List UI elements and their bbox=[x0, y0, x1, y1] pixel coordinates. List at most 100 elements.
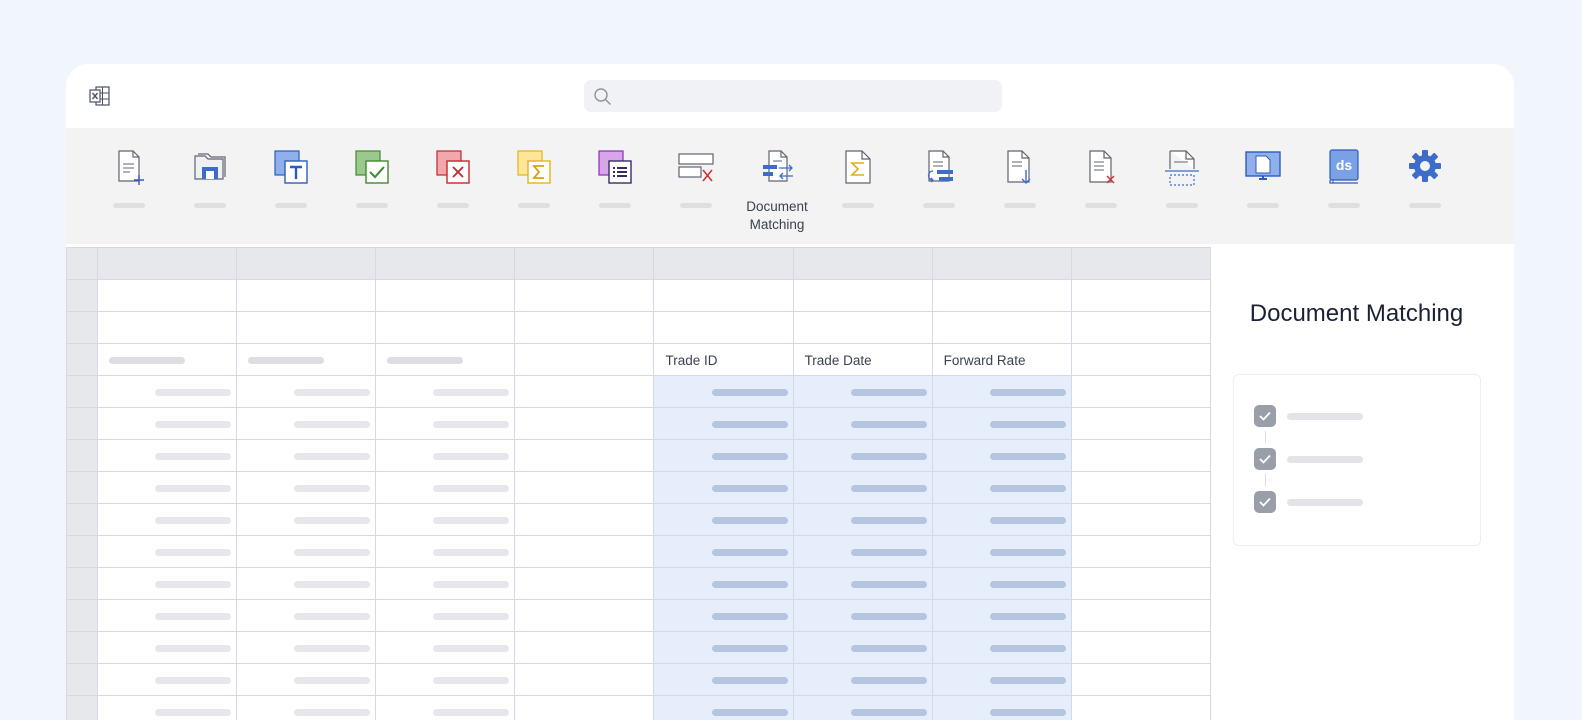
table-cell[interactable] bbox=[375, 407, 516, 440]
table-cell[interactable] bbox=[931, 567, 1072, 600]
table-cell[interactable] bbox=[97, 695, 238, 720]
table-cell[interactable] bbox=[375, 375, 516, 408]
table-cell[interactable] bbox=[792, 535, 933, 568]
table-cell[interactable] bbox=[514, 439, 655, 472]
table-cell[interactable] bbox=[792, 311, 933, 344]
table-cell[interactable] bbox=[931, 375, 1072, 408]
table-cell[interactable] bbox=[653, 503, 794, 536]
column-header-cell[interactable] bbox=[97, 247, 238, 280]
delete-document-button[interactable] bbox=[1066, 148, 1136, 238]
row-header[interactable] bbox=[66, 503, 99, 536]
checkbox-checked[interactable] bbox=[1254, 405, 1276, 427]
table-cell[interactable] bbox=[514, 663, 655, 696]
sum-button[interactable] bbox=[499, 148, 569, 238]
table-cell[interactable] bbox=[931, 407, 1072, 440]
table-cell[interactable] bbox=[1070, 439, 1212, 472]
monitor-document-button[interactable] bbox=[1228, 148, 1298, 238]
table-cell[interactable] bbox=[236, 599, 377, 632]
row-header[interactable] bbox=[66, 407, 99, 440]
accept-button[interactable] bbox=[337, 148, 407, 238]
table-cell[interactable] bbox=[375, 663, 516, 696]
table-cell[interactable] bbox=[1070, 631, 1212, 664]
row-header[interactable] bbox=[66, 247, 99, 280]
table-cell[interactable] bbox=[375, 695, 516, 720]
table-cell[interactable] bbox=[236, 663, 377, 696]
table-cell[interactable] bbox=[97, 279, 238, 312]
row-header[interactable] bbox=[66, 663, 99, 696]
table-cell[interactable] bbox=[97, 439, 238, 472]
table-cell[interactable] bbox=[375, 535, 516, 568]
row-header[interactable] bbox=[66, 343, 99, 376]
column-header-cell[interactable] bbox=[792, 247, 933, 280]
table-cell[interactable] bbox=[1070, 311, 1212, 344]
table-cell[interactable] bbox=[514, 567, 655, 600]
table-cell[interactable] bbox=[931, 503, 1072, 536]
table-cell[interactable] bbox=[792, 599, 933, 632]
table-cell[interactable] bbox=[1070, 535, 1212, 568]
table-cell[interactable] bbox=[1070, 471, 1212, 504]
table-cell[interactable] bbox=[792, 631, 933, 664]
checkbox-checked[interactable] bbox=[1254, 491, 1276, 513]
row-header[interactable] bbox=[66, 311, 99, 344]
table-cell[interactable] bbox=[97, 663, 238, 696]
table-cell[interactable] bbox=[1070, 663, 1212, 696]
table-cell[interactable] bbox=[236, 471, 377, 504]
table-cell[interactable] bbox=[653, 535, 794, 568]
column-header-cell[interactable] bbox=[1070, 247, 1212, 280]
table-cell[interactable]: Forward Rate bbox=[931, 343, 1072, 376]
table-cell[interactable] bbox=[931, 631, 1072, 664]
table-cell[interactable] bbox=[236, 567, 377, 600]
open-folder-button[interactable] bbox=[175, 148, 245, 238]
row-header[interactable] bbox=[66, 439, 99, 472]
table-cell[interactable] bbox=[653, 375, 794, 408]
row-header[interactable] bbox=[66, 471, 99, 504]
table-cell[interactable] bbox=[1070, 279, 1212, 312]
table-cell[interactable] bbox=[514, 343, 655, 376]
table-cell[interactable] bbox=[375, 599, 516, 632]
table-cell[interactable] bbox=[514, 279, 655, 312]
column-header-cell[interactable] bbox=[375, 247, 516, 280]
table-cell[interactable] bbox=[514, 375, 655, 408]
table-cell[interactable] bbox=[931, 663, 1072, 696]
table-cell[interactable] bbox=[514, 503, 655, 536]
table-cell[interactable] bbox=[653, 407, 794, 440]
table-cell[interactable] bbox=[1070, 407, 1212, 440]
table-cell[interactable] bbox=[236, 631, 377, 664]
table-cell[interactable] bbox=[792, 279, 933, 312]
table-cell[interactable] bbox=[236, 311, 377, 344]
table-cell[interactable] bbox=[236, 503, 377, 536]
table-cell[interactable] bbox=[236, 535, 377, 568]
table-cell[interactable] bbox=[97, 535, 238, 568]
table-cell[interactable] bbox=[653, 439, 794, 472]
column-header-cell[interactable] bbox=[653, 247, 794, 280]
table-cell[interactable] bbox=[236, 343, 377, 376]
column-header-cell[interactable] bbox=[236, 247, 377, 280]
row-header[interactable] bbox=[66, 695, 99, 720]
table-cell[interactable] bbox=[97, 471, 238, 504]
table-cell[interactable] bbox=[931, 695, 1072, 720]
table-cell[interactable] bbox=[97, 567, 238, 600]
table-cell[interactable] bbox=[1070, 503, 1212, 536]
table-cell[interactable] bbox=[375, 503, 516, 536]
table-cell[interactable] bbox=[97, 343, 238, 376]
table-cell[interactable] bbox=[792, 663, 933, 696]
table-cell[interactable] bbox=[653, 471, 794, 504]
table-cell[interactable] bbox=[375, 471, 516, 504]
reject-button[interactable] bbox=[418, 148, 488, 238]
download-document-button[interactable] bbox=[985, 148, 1055, 238]
table-cell[interactable] bbox=[931, 439, 1072, 472]
table-cell[interactable] bbox=[514, 311, 655, 344]
table-cell[interactable] bbox=[514, 407, 655, 440]
table-cell[interactable] bbox=[375, 631, 516, 664]
table-cell[interactable] bbox=[792, 695, 933, 720]
text-template-button[interactable] bbox=[256, 148, 326, 238]
table-cell[interactable] bbox=[1070, 343, 1212, 376]
table-cell[interactable] bbox=[792, 439, 933, 472]
column-header-cell[interactable] bbox=[514, 247, 655, 280]
table-cell[interactable] bbox=[792, 471, 933, 504]
table-cell[interactable] bbox=[514, 599, 655, 632]
table-cell[interactable] bbox=[653, 311, 794, 344]
search-bar[interactable] bbox=[584, 80, 1002, 112]
table-cell[interactable] bbox=[792, 407, 933, 440]
row-header[interactable] bbox=[66, 599, 99, 632]
